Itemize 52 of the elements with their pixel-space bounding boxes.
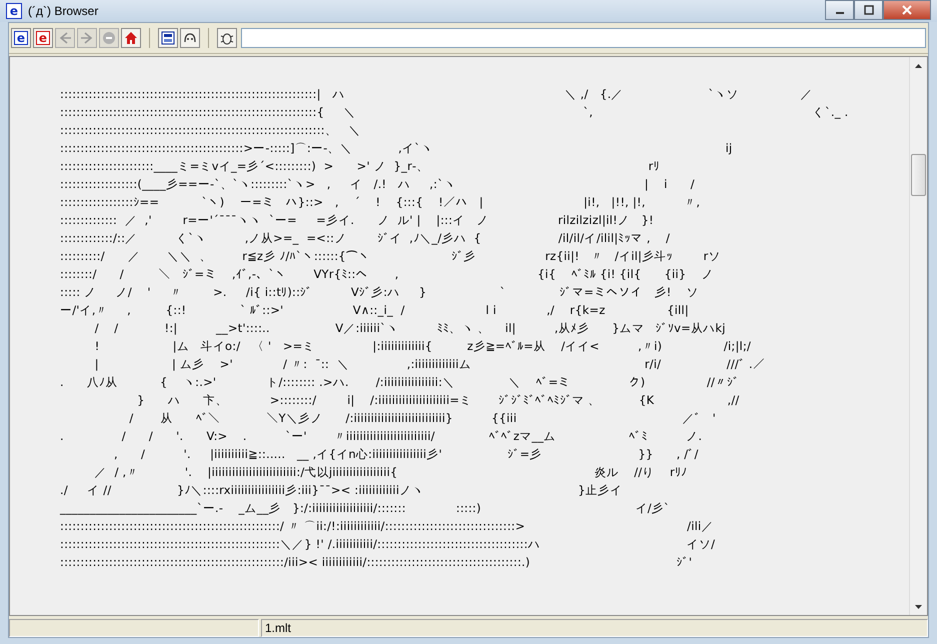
close-icon bbox=[902, 5, 912, 15]
ascii-art-line: _______________________`ー.- _ム__彡 }:/:iiiiiiiiiiiiiiiiii/::::::: :::::) イ/彡` bbox=[60, 500, 670, 517]
ascii-art-line: ::::::::::::::::::::::::::::::::::::::::::::::::::::::/ 〃 ⌒ii:/!:iiiiiiiiiiii/::::::::::::::::::::::::::::::::> /ili／ bbox=[60, 518, 714, 535]
ascii-art-line: } ハ 卞、 >::::::::/ i| /:iiiiiiiiiiiiiiiiiiiii=ミ ｼﾞｼﾞﾐﾞﾍﾞﾍﾐｼﾞマ 、 {K ,// bbox=[136, 392, 740, 409]
ascii-art-line: / 从 ﾍﾞ＼ ＼Y＼彡ノ /:iiiiiiiiiiiiiiiiiiiiiiiiiii} {{iii ／ﾞ ' bbox=[128, 410, 716, 427]
vertical-scrollbar[interactable] bbox=[909, 57, 927, 615]
ascii-art-line: | | ム彡 >' / 〃: ¯:: ＼ ,:iiiiiiiiiiiiiム r/i/ ///ﾞ .／ bbox=[94, 356, 765, 373]
home-button[interactable] bbox=[121, 28, 141, 48]
face-button[interactable] bbox=[180, 28, 200, 48]
toolbar-button[interactable]: e bbox=[11, 28, 31, 48]
window-button[interactable] bbox=[158, 28, 178, 48]
minimize-icon bbox=[836, 12, 844, 14]
forward-arrow-icon bbox=[79, 30, 95, 46]
home-icon bbox=[123, 30, 139, 46]
bug-button[interactable] bbox=[217, 28, 237, 48]
ascii-art-line: ::::::::/ / ＼ ｼﾞ=ミ ,ｲﾞ,-、`ヽ VYr{ﾐ::ヘ , {i{ ﾍﾞﾐﾙ {i! {il{ {ii} ノ bbox=[60, 266, 714, 283]
ascii-art-line: . 八ﾉ从 { ヽ:.>' ト/:::::::: .>ハ. /:iiiiiiiiiiiiiiii:＼ ＼ ﾍﾞ=ミ ク) //〃ｼﾞ bbox=[60, 374, 740, 391]
app-icon: e bbox=[6, 3, 22, 19]
status-file-name: 1.mlt bbox=[261, 619, 928, 637]
minimize-button[interactable] bbox=[825, 0, 854, 20]
ascii-art-line: :::::::::::::::::::::::::::::::::::::::::::::>ー-:::::]⌒:ー-、＼ ,イ`ヽ ij bbox=[60, 140, 732, 157]
ascii-art-line: :::::::::::::::::::::::::::::::::::::::::::::::::::::::::::::::{ ＼ `, く`._ . bbox=[60, 104, 848, 121]
window-icon bbox=[160, 30, 176, 46]
ascii-art-line: :::::::::::::::::::::::____ミ=ミvイ_=彡´<:::::::::) > >' ノ }_r‐、 rﾘ bbox=[60, 158, 660, 175]
ascii-art-line: :::::::::::::::::::::::::::::::::::::::::::::::::::::::::::::::| ハ ＼ ,/ {.／ `ヽソ ／ bbox=[60, 86, 812, 103]
ascii-art-line: :::::::::::::::::::(____彡==ー-`、`ヽ:::::::::`ヽ> , イ /.! ハ ,:`ヽ | i / bbox=[60, 176, 695, 193]
window-title: (´д`) Browser bbox=[28, 4, 100, 18]
ascii-art-line: . / / '. V:> . `ー' 〃iiiiiiiiiiiiiiiiiiiiiiiii/ ﾍﾞﾍﾞzマ__ム ﾍﾞﾐ ノ. bbox=[60, 428, 702, 445]
scrollbar-thumb[interactable] bbox=[911, 154, 926, 196]
address-field[interactable] bbox=[241, 28, 926, 48]
maximize-button[interactable] bbox=[854, 0, 883, 20]
ascii-art-line: ::::::::::::::::::ｼ== `ヽ) ー=ミ ハ}::> , ´ ! {:::{ !／ハ | |i!, |!!, |!, 〃, bbox=[60, 194, 700, 211]
stop-icon bbox=[101, 30, 117, 46]
ascii-art-line: :::::::::::::/::／ く`ヽ ,ノ从>=_ =<::ノ ｼﾞイ ,ﾉ＼_/彡ハ { /il/il/イ/ilil|ﾐｯマ , / bbox=[60, 230, 670, 247]
scroll-down-icon[interactable] bbox=[914, 604, 923, 610]
ascii-art-line: ／ / ,〃 '. |iiiiiiiiiiiiiiiiiiiiiiiii:/弋以jiiiiiiiiiiiiiiiii{ 炎ル //り rﾘﾉ bbox=[94, 464, 688, 481]
ascii-art-line: ! |ム 斗イo:/ 〈 ' >=ミ |:iiiiiiiiiiiii{ z彡≧=ﾍﾞﾙ=从 /イイ< ,〃i) /i;|l;/ bbox=[94, 338, 751, 355]
back-arrow-icon bbox=[57, 30, 73, 46]
ascii-art-line: ::::::::::::::::::::::::::::::::::::::::::::::::::::::＼／} !' /.iiiiiiiiiii/:::::::::::::::::::::::::::::::::::::ハ イソ/ bbox=[60, 536, 716, 553]
ascii-art-line: :::::::::::::::::::::::::::::::::::::::::::::::::::::::::::::::::、 ＼ bbox=[60, 122, 361, 139]
ascii-art-line: ./ イ // }ﾉ＼::::rxiiiiiiiiiiiiiiii彡:iii}¯¯>< :iiiiiiiiiiiiノヽ }止彡イ bbox=[60, 482, 622, 499]
ascii-art-line: :::::::::::::: ／ ,' r=ー'´¯¯¯ヽヽ `ー= =彡イ. ノ ル' | |:::イ ノ rilzilzizl|il!ノ }! bbox=[60, 212, 654, 229]
ascii-art-line: ー/'イ,〃 , {::! ` ﾙﾞ::>' V∧::_i_ / l i ,/ r{k=z {ill| bbox=[60, 302, 689, 319]
scroll-up-icon[interactable] bbox=[914, 62, 923, 68]
ascii-art-line: ::::: ノ ノ/ ' 〃 >. /i{ i::tﾘ)::ｼﾞ Vｼﾞ彡:ハ } ` ｼﾞマ=ミヘソイ 彡! ソ bbox=[60, 284, 699, 301]
ascii-art-line: / / !:| __>t'::::.. V／:iiiiii`ヽ ﾐﾐ、ヽ 、 il| ,从ﾒ彡 }ムマ ｼﾞｿv=从ハkj bbox=[94, 320, 726, 337]
ascii-art-line: , / '. |iiiiiiiiii≧::..... __ ,イ{イn心:iiiiiiiiiiiiiiii彡' ｼﾞ=彡 }} , /ﾞ/ bbox=[112, 446, 699, 463]
maximize-icon bbox=[864, 5, 874, 15]
ascii-art-line: :::::::::::::::::::::::::::::::::::::::::::::::::::::::/iii>< iiiiiiiiiiii/::::::::::::::::::::::::::::::::::::::.) ｼﾞ' bbox=[60, 554, 692, 571]
ascii-art-line: ::::::::::/ ／ ＼＼ 、 r≦z彡 ﾉ/ﾊ`ヽ::::::{⌒ヽ ｼﾞ彡 rz{ii|! 〃 /イil|彡斗ｯ rソ bbox=[60, 248, 721, 265]
toolbar-button[interactable]: e bbox=[33, 28, 53, 48]
close-button[interactable] bbox=[883, 0, 931, 20]
